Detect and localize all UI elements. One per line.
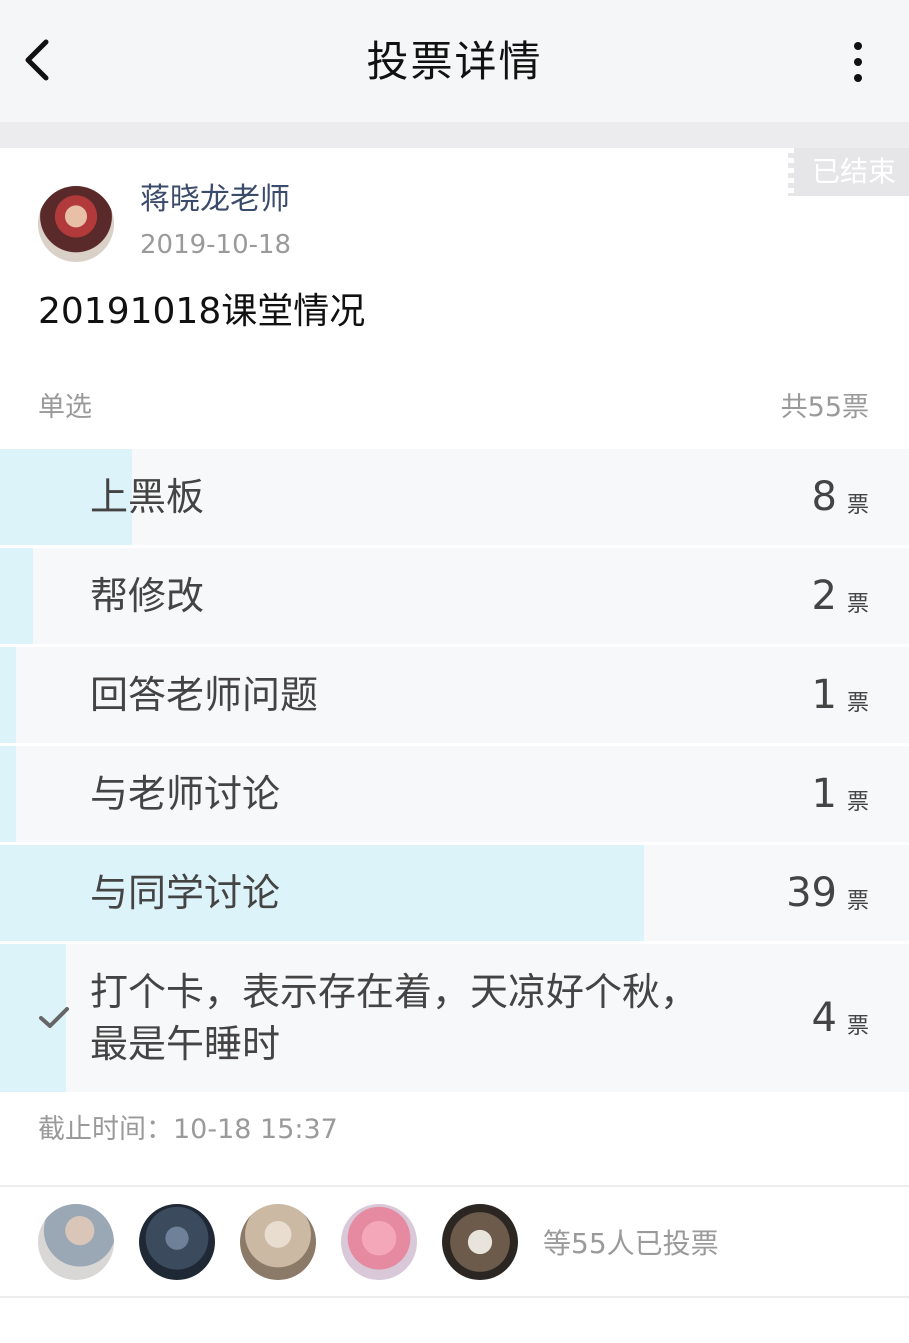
total-votes: 共55票 <box>780 392 869 423</box>
status-badge: 已结束 <box>788 148 909 196</box>
vote-count-number: 2 <box>811 573 837 619</box>
option-label: 上黑板 <box>90 475 205 519</box>
option-label: 帮修改 <box>90 574 205 618</box>
vote-count: 4 票 <box>812 944 869 1092</box>
poll-option-selected[interactable]: 打个卡，表示存在着，天凉好个秋，最是午睡时 4 票 <box>0 944 909 1092</box>
poll-options: 上黑板 8 票 帮修改 2 票 回答老师问题 1 票 与老师讨论 1 票 与同学… <box>0 449 909 1095</box>
voter-summary[interactable]: 等55人已投票 <box>543 1226 719 1262</box>
poll-option[interactable]: 与老师讨论 1 票 <box>0 746 909 842</box>
vote-count: 1 票 <box>812 647 869 743</box>
vote-unit: 票 <box>846 493 869 518</box>
voter-avatar[interactable] <box>341 1204 417 1280</box>
check-icon <box>38 1004 70 1032</box>
option-label: 打个卡，表示存在着，天凉好个秋，最是午睡时 <box>90 970 699 1066</box>
voter-avatar[interactable] <box>38 1204 114 1280</box>
vote-unit: 票 <box>846 592 869 617</box>
vote-unit: 票 <box>846 889 869 914</box>
vote-count-number: 1 <box>811 672 837 718</box>
deadline-text: 截止时间：10-18 15:37 <box>38 1114 338 1145</box>
voter-avatar[interactable] <box>442 1204 518 1280</box>
divider <box>0 1296 909 1298</box>
vote-count: 1 票 <box>812 746 869 842</box>
voter-avatar[interactable] <box>139 1204 215 1280</box>
post-date: 2019-10-18 <box>140 230 292 260</box>
option-label: 与同学讨论 <box>90 871 281 915</box>
author-avatar[interactable] <box>38 186 114 262</box>
vote-share-bar <box>0 647 16 743</box>
vote-unit: 票 <box>846 691 869 716</box>
section-gap <box>0 122 909 148</box>
poll-title: 20191018课堂情况 <box>38 291 366 332</box>
page-title: 投票详情 <box>366 37 543 86</box>
vote-count-number: 8 <box>811 474 837 520</box>
author-name[interactable]: 蒋晓龙老师 <box>140 180 290 220</box>
vote-count-number: 4 <box>811 995 837 1041</box>
poll-type: 单选 <box>38 392 92 423</box>
more-vertical-icon[interactable] <box>838 38 878 86</box>
top-bar: 投票详情 <box>0 0 909 122</box>
poll-option[interactable]: 上黑板 8 票 <box>0 449 909 545</box>
vote-unit: 票 <box>846 790 869 815</box>
option-label: 回答老师问题 <box>90 673 319 717</box>
poll-option[interactable]: 与同学讨论 39 票 <box>0 845 909 941</box>
vote-count-number: 1 <box>811 771 837 817</box>
vote-share-bar <box>0 548 33 644</box>
vote-count: 2 票 <box>812 548 869 644</box>
vote-count-number: 39 <box>786 870 837 916</box>
divider <box>0 1185 909 1187</box>
voter-avatar[interactable] <box>240 1204 316 1280</box>
option-label: 与老师讨论 <box>90 772 281 816</box>
poll-option[interactable]: 帮修改 2 票 <box>0 548 909 644</box>
vote-share-bar <box>0 746 16 842</box>
vote-count: 8 票 <box>812 449 869 545</box>
vote-count: 39 票 <box>786 845 869 941</box>
poll-option[interactable]: 回答老师问题 1 票 <box>0 647 909 743</box>
vote-unit: 票 <box>846 1014 869 1039</box>
